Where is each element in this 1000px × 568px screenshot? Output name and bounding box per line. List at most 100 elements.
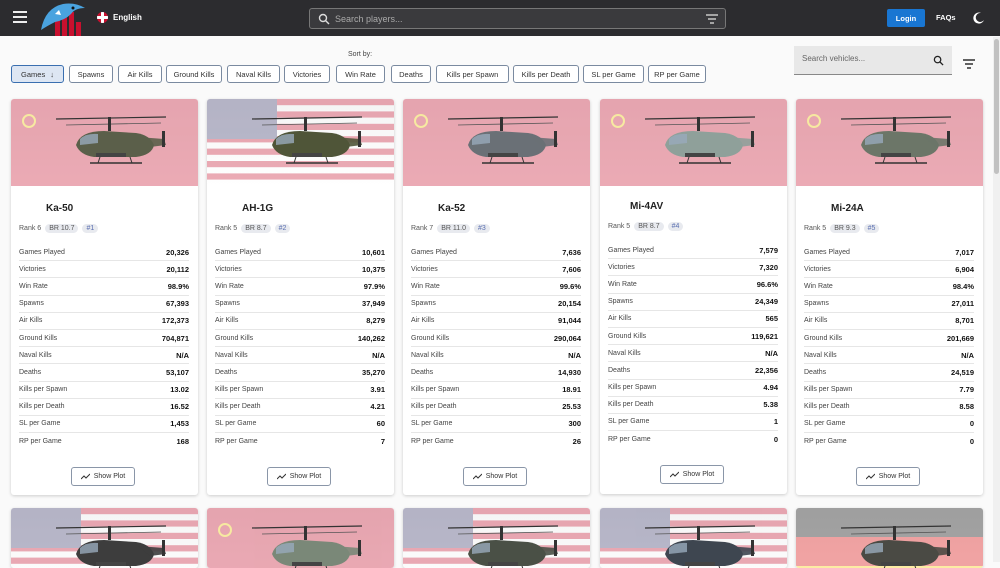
sort-chip-label: Spawns [77,69,105,79]
stat-row: Deaths 35,270 [215,364,385,382]
stat-value: 91,044 [558,316,581,326]
stat-value: 7 [380,437,385,447]
sort-chip-victories[interactable]: Victories [284,65,330,83]
stat-label: Deaths [411,368,434,376]
stat-label: Victories [215,265,242,273]
vehicle-card[interactable]: Mi-4AV Rank 5 BR 8.7 #4 Games Played 7,579 Vic… [600,99,787,494]
dark-mode-icon[interactable] [973,12,985,24]
faqs-link[interactable]: FAQs [936,13,956,22]
scrollbar[interactable] [993,37,1000,562]
stat-value: 172,373 [161,316,189,326]
stat-row: Games Played 7,636 [411,244,581,262]
show-plot-button[interactable]: Show Plot [463,467,527,486]
show-plot-button[interactable]: Show Plot [856,467,920,486]
stat-row: Games Played 7,017 [804,244,974,262]
show-plot-label: Show Plot [289,473,322,480]
vehicle-card[interactable]: Ka-50 Rank 6 BR 10.7 #1 Games Played 20,326 Vi… [11,99,198,495]
sort-chip-naval-kills[interactable]: Naval Kills [227,65,280,83]
stat-row: Spawns 67,393 [19,296,189,313]
stat-label: Ground Kills [608,332,647,340]
vehicle-image [796,508,983,568]
stat-row: Spawns 24,349 [608,294,778,311]
sort-chip-sl-per-game[interactable]: SL per Game [583,65,644,83]
stat-value: N/A [765,348,778,358]
position-badge: #1 [82,224,99,233]
stat-value: 3.91 [370,385,385,395]
vehicle-card[interactable]: Ka-52 Rank 7 BR 11.0 #3 Games Played 7,636 Vic… [403,99,590,495]
scrollbar-thumb[interactable] [994,39,999,174]
stat-row: Victories 7,606 [411,261,581,279]
vehicle-card[interactable] [403,508,590,568]
br-badge: BR 10.7 [45,224,79,233]
sort-chip-label: Naval Kills [235,69,271,79]
sort-chip-label: SL per Game [591,69,636,79]
sort-chip-spawns[interactable]: Spawns [69,65,113,83]
stat-value: 14,930 [558,367,581,377]
stat-label: SL per Game [215,420,257,428]
stat-label: Naval Kills [804,351,837,359]
language-selector[interactable]: English [97,12,142,23]
stat-label: Kills per Death [215,403,261,411]
chart-line-icon [80,473,90,480]
shark-logo[interactable] [35,0,91,36]
stat-row: SL per Game 1 [608,414,778,432]
vehicle-meta: Rank 5 BR 8.7 #2 [215,224,291,233]
stat-label: Victories [804,265,831,273]
stat-label: Air Kills [19,317,43,325]
sort-chip-games[interactable]: Games ↓ [11,65,64,83]
stat-value: 1 [773,417,778,427]
vehicle-meta: Rank 5 BR 8.7 #4 [608,222,684,231]
vehicle-search[interactable] [794,46,952,75]
vehicle-name: Mi-24A [831,203,864,214]
sort-chip-win-rate[interactable]: Win Rate [336,65,385,83]
stat-label: RP per Game [411,438,454,446]
stat-label: Ground Kills [215,334,254,342]
player-search[interactable] [309,8,726,29]
vehicle-meta: Rank 7 BR 11.0 #3 [411,224,490,233]
vehicle-card[interactable] [207,508,394,568]
stat-row: Air Kills 172,373 [19,313,189,330]
vehicle-card[interactable]: Mi-24A Rank 5 BR 9.3 #5 Games Played 7,017 Vic… [796,99,983,495]
stat-value: 5.38 [763,400,778,410]
stat-value: 26 [572,437,581,447]
search-icon [318,13,330,25]
vehicle-card[interactable] [796,508,983,568]
show-plot-button[interactable]: Show Plot [660,465,724,484]
stat-label: Kills per Death [608,401,654,409]
sort-chip-ground-kills[interactable]: Ground Kills [166,65,222,83]
stat-row: Naval Kills N/A [19,347,189,365]
stat-label: Victories [608,263,635,271]
filter-icon[interactable] [706,14,718,24]
show-plot-button[interactable]: Show Plot [267,467,331,486]
stat-value: 0 [969,437,974,447]
sort-chip-deaths[interactable]: Deaths [391,65,431,83]
stat-value: 1,453 [170,419,189,429]
vehicle-name: Mi-4AV [630,201,664,212]
stat-label: SL per Game [608,418,650,426]
vehicle-card[interactable] [600,508,787,568]
arrow-down-icon: ↓ [50,69,54,79]
stat-label: Games Played [804,248,850,256]
sort-chip-kills-per-death[interactable]: Kills per Death [513,65,579,83]
sort-chip-rp-per-game[interactable]: RP per Game [648,65,706,83]
stat-row: Naval Kills N/A [804,347,974,365]
vehicle-card[interactable]: AH-1G Rank 5 BR 8.7 #2 Games Played 10,601 Vic… [207,99,394,495]
helicopter-image [55,525,167,568]
sort-filter-icon[interactable] [963,59,975,69]
stat-row: Spawns 37,949 [215,296,385,313]
stats-list: Games Played 7,636 Victories 7,606 Win Rate 9… [411,244,581,450]
search-input[interactable] [335,11,695,27]
sort-chip-air-kills[interactable]: Air Kills [118,65,162,83]
stat-value: 10,601 [362,247,385,257]
stat-value: 13.02 [170,385,189,395]
stat-row: RP per Game 0 [608,431,778,448]
stat-label: Kills per Death [804,403,850,411]
search-icon [933,55,944,66]
sort-chip-kills-per-spawn[interactable]: Kills per Spawn [436,65,509,83]
vehicle-search-input[interactable] [802,54,922,63]
stat-label: Spawns [608,298,633,306]
show-plot-button[interactable]: Show Plot [71,467,135,486]
login-button[interactable]: Login [887,9,925,27]
vehicle-card[interactable] [11,508,198,568]
menu-icon[interactable] [13,11,27,23]
